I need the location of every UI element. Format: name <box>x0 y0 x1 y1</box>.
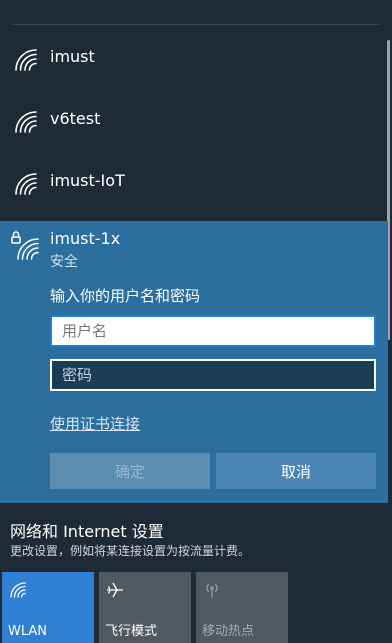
tile-label: 移动热点 <box>202 624 255 639</box>
wlan-tile[interactable]: WLAN <box>2 572 94 643</box>
secured-wifi-icon <box>11 231 39 260</box>
network-name: imust-IoT <box>50 171 125 190</box>
airplane-icon <box>107 582 123 598</box>
network-item-imust-iot[interactable]: imust-IoT <box>0 153 388 215</box>
top-divider <box>12 24 380 25</box>
wifi-icon <box>15 111 37 133</box>
ok-button[interactable]: 确定 <box>50 453 210 489</box>
network-settings-link[interactable]: 网络和 Internet 设置 <box>10 518 164 542</box>
security-status: 安全 <box>50 254 78 270</box>
credentials-prompt: 输入你的用户名和密码 <box>50 287 201 305</box>
password-input[interactable] <box>50 359 376 391</box>
mobile-hotspot-tile[interactable]: 移动热点 <box>196 572 288 643</box>
network-name: imust <box>50 47 95 66</box>
wifi-icon <box>15 173 37 195</box>
hotspot-icon <box>206 583 218 598</box>
airplane-mode-tile[interactable]: 飞行模式 <box>99 572 191 643</box>
network-item-imust[interactable]: imust <box>0 29 388 91</box>
tile-label: 飞行模式 <box>105 624 158 639</box>
username-input[interactable] <box>50 315 376 347</box>
settings-description: 更改设置，例如将某连接设置为按流量计费。 <box>10 544 251 558</box>
network-name: imust-1x <box>50 229 121 248</box>
network-name: v6test <box>50 109 101 128</box>
network-item-v6test[interactable]: v6test <box>0 91 388 153</box>
expanded-network-panel: imust-1x 安全 输入你的用户名和密码 使用证书连接 确定 取消 <box>0 221 388 503</box>
wifi-icon <box>10 582 26 598</box>
tile-label: WLAN <box>8 624 48 639</box>
cancel-button[interactable]: 取消 <box>216 453 376 489</box>
connect-with-certificate-link[interactable]: 使用证书连接 <box>50 413 140 434</box>
wifi-icon <box>15 49 37 71</box>
